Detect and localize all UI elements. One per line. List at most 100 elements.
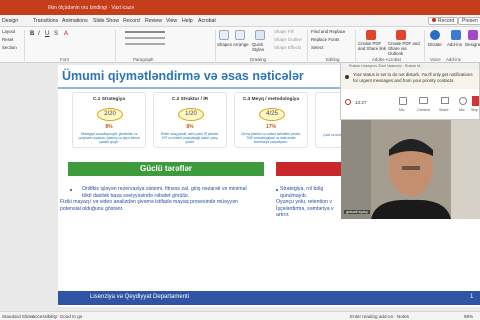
microphone-icon[interactable] xyxy=(430,30,440,40)
quick-styles-icon[interactable] xyxy=(255,30,265,40)
tab-animations[interactable]: Animations xyxy=(62,18,88,24)
status-bar: Standard Slides Accessibility: Good to g… xyxy=(0,311,480,320)
designer-button[interactable]: Designer xyxy=(465,42,480,47)
tab-review[interactable]: Review xyxy=(145,18,162,24)
quick-styles-button[interactable]: Quick Styles xyxy=(252,42,272,52)
tab-acrobat[interactable]: Acrobat xyxy=(198,18,216,24)
camera-icon[interactable] xyxy=(419,97,428,104)
meeting-timer: 13:27 xyxy=(355,100,367,105)
designer-icon[interactable] xyxy=(468,30,478,40)
layout-button[interactable]: Layout xyxy=(2,29,15,34)
slide-title[interactable]: Ümumi qiymətləndirmə və əsas nəticələr xyxy=(62,69,304,83)
dnd-message: Your status is set to do not disturb. Yo… xyxy=(353,72,473,83)
slide-footer: Lisenziya və Qeydiyyat Departamenti 1 xyxy=(58,291,480,305)
card-structure[interactable]: C.2 Struktur / İR 1/20 8% Rollar müəyyən… xyxy=(153,92,227,148)
shape-effects-button[interactable]: Shape Effects xyxy=(274,45,301,50)
video-frame xyxy=(341,120,480,219)
microphone-icon[interactable] xyxy=(399,97,407,105)
notes-text[interactable]: Enter reading add-on xyxy=(350,314,393,319)
divider xyxy=(24,30,25,61)
section-button[interactable]: Section xyxy=(2,45,17,50)
card-percent: 8% xyxy=(186,124,194,130)
record-button[interactable]: Record xyxy=(428,17,459,25)
italic-icon[interactable]: I xyxy=(38,31,40,37)
tab-record[interactable]: Record xyxy=(123,18,140,24)
footer-page-number: 1 xyxy=(470,294,474,300)
align-icon[interactable] xyxy=(125,43,165,45)
shape-outline-button[interactable]: Shape Outline xyxy=(274,37,302,42)
create-pdf-outlook-icon[interactable] xyxy=(396,30,406,40)
strengths-line: potensial olduğunu göstərir. xyxy=(60,205,124,212)
mic-icon[interactable] xyxy=(459,97,467,105)
tab-help[interactable]: Help xyxy=(182,18,193,24)
mic2-label: Mic xyxy=(459,108,465,112)
card-description: Rollar müəyyəndir, lakin yazılı İR planl… xyxy=(160,132,220,144)
strengths-line: Onlifkis işləyən rezervasiya sistemi, fi… xyxy=(82,186,247,192)
underline-icon[interactable]: U xyxy=(45,31,49,37)
zoom-level[interactable]: 68% xyxy=(464,314,473,319)
arrange-button[interactable]: Arrange xyxy=(233,42,249,47)
tab-view[interactable]: View xyxy=(166,18,177,24)
participant-video[interactable]: gulsadi ayauy xyxy=(341,120,480,219)
bullets-icon[interactable] xyxy=(125,31,165,33)
font-color-icon[interactable]: A xyxy=(64,31,68,37)
strikethrough-icon[interactable]: S xyxy=(54,31,58,37)
numbering-icon[interactable] xyxy=(125,37,165,39)
tab-slide-show[interactable]: Slide Show xyxy=(93,18,119,24)
strengths-line: Fiziki mayaq i və video analizdən şivəmə… xyxy=(60,199,238,205)
drawing-group-label: Drawing xyxy=(250,57,267,62)
accessibility-status[interactable]: Accessibility: Good to go xyxy=(32,314,82,319)
divider xyxy=(424,30,425,61)
stop-icon[interactable] xyxy=(472,96,479,106)
dictate-button[interactable]: Dictate xyxy=(428,42,442,47)
tab-design[interactable]: Design xyxy=(2,18,18,24)
notes-button[interactable]: Notes xyxy=(397,314,409,319)
window-title: Ilkin ölçüdənin oru bindingi · Vaxt icaz… xyxy=(48,5,135,11)
shape-fill-button[interactable]: Shape Fill xyxy=(274,29,294,34)
participant-name: gulsadi ayauy xyxy=(344,210,370,214)
paragraph-group-label: Paragraph xyxy=(133,57,154,62)
record-dot-icon xyxy=(432,18,436,22)
addins-icon[interactable] xyxy=(451,30,461,40)
card-score: 2/20 xyxy=(97,108,123,121)
card-description: Strategiya sənədləşməyib; gözlentilər və… xyxy=(78,132,140,144)
shapes-button[interactable]: Shapes xyxy=(217,42,232,47)
present-button[interactable]: Presen xyxy=(458,17,480,25)
card-title: C.2 Struktur / İR xyxy=(171,97,209,102)
status-slide-label: Standard Slides xyxy=(2,313,35,319)
weakness-line: artırır. xyxy=(276,212,290,218)
bullet-icon xyxy=(70,189,72,191)
divider xyxy=(115,30,116,61)
info-icon xyxy=(345,75,349,79)
share-icon[interactable] xyxy=(441,97,449,104)
addins-button[interactable]: Add-ins xyxy=(447,42,462,47)
weakness-line: Oyunçu yolu, retention v xyxy=(276,199,332,205)
card-strategy[interactable]: C.1 Strategiya 2/20 8% Strategiya sənədl… xyxy=(72,92,146,148)
editing-group-label: Editing xyxy=(326,57,340,62)
recording-icon xyxy=(345,99,351,105)
weakness-line: qurulmayıb. xyxy=(280,192,308,199)
bold-icon[interactable]: B xyxy=(30,31,34,37)
find-replace-button[interactable]: Find and Replace xyxy=(311,29,345,34)
meeting-header: Ruslan Huseynov Zinel Usanovic · Ruslan … xyxy=(341,63,479,70)
create-pdf-outlook-button[interactable]: Create PDF and Share via Outlook xyxy=(388,41,422,56)
strengths-header[interactable]: Güclü tərəflər xyxy=(68,162,264,176)
card-description: Ölçmə planları və rəhbər təlimatlar yoxd… xyxy=(241,132,301,144)
weakness-line: Strategiya, rol bölg xyxy=(280,186,324,192)
arrange-icon[interactable] xyxy=(235,30,245,40)
shapes-icon[interactable] xyxy=(219,30,229,40)
reset-button[interactable]: Reset xyxy=(2,37,13,42)
create-pdf-button[interactable]: Create PDF and Share link xyxy=(358,41,388,51)
card-score: 4/25 xyxy=(259,108,285,121)
weakness-line: İşçelərdirmə, səmtəriya v xyxy=(276,205,334,212)
select-button[interactable]: Select xyxy=(311,45,323,50)
strengths-line: tökti daxilək baza səviyyəsində rəbatet … xyxy=(82,192,190,199)
card-methodology[interactable]: C.3 Meyq / metodologiya 4/25 17% Ölçmə p… xyxy=(234,92,308,148)
camera-label: Camera xyxy=(417,108,430,112)
weaknesses-header[interactable] xyxy=(276,162,346,176)
replace-fonts-button[interactable]: Replace Fonts xyxy=(311,37,339,42)
card-title: C.1 Strategiya xyxy=(93,97,125,102)
tab-transitions[interactable]: Transitions xyxy=(33,18,58,24)
bullet-icon xyxy=(276,189,278,191)
create-pdf-icon[interactable] xyxy=(366,30,376,40)
